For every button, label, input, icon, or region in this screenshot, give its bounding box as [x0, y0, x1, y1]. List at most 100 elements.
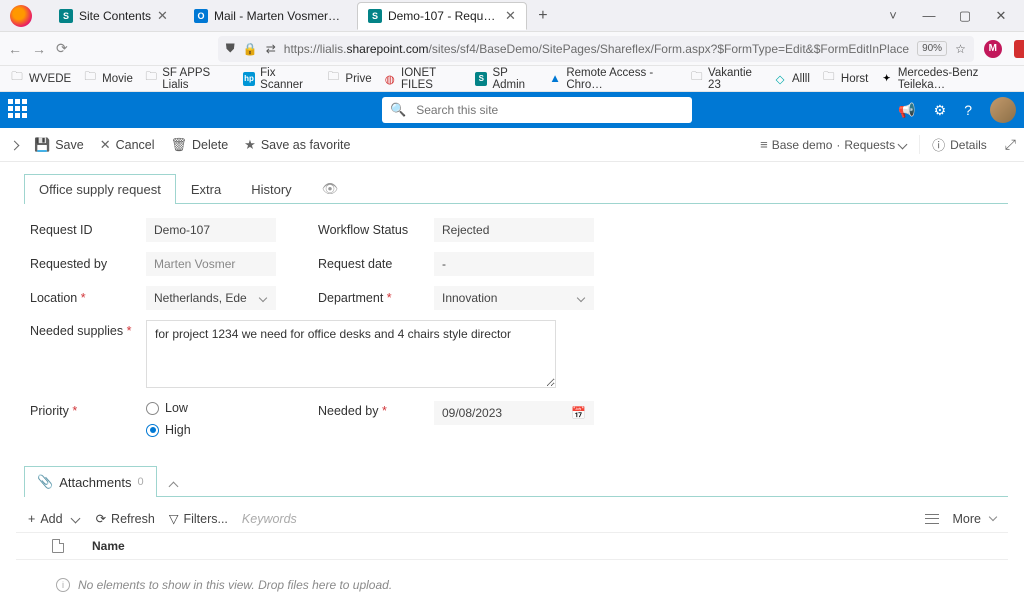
window-maximize-icon[interactable]: ▢ [958, 8, 972, 24]
sharepoint-icon: S [475, 72, 487, 86]
ublock-icon[interactable] [1014, 40, 1024, 58]
tab-history[interactable]: History [236, 174, 306, 204]
browser-tab-3[interactable]: S Demo-107 - Requests - Base de ✕ [357, 2, 527, 30]
refresh-button[interactable]: ⟳Refresh [96, 511, 155, 526]
tab-office-supply[interactable]: Office supply request [24, 174, 176, 204]
refresh-icon: ⟳ [96, 511, 106, 526]
browser-tab-strip: S Site Contents ✕ O Mail - Marten Vosmer… [0, 0, 1024, 32]
zoom-badge[interactable]: 90% [917, 41, 947, 56]
bookmark-star-icon[interactable]: ☆ [955, 42, 966, 56]
help-icon[interactable]: ? [964, 102, 972, 118]
keywords-placeholder[interactable]: Keywords [242, 512, 297, 526]
save-button[interactable]: 💾Save [26, 137, 92, 153]
bookmark-link[interactable]: ▲Remote Access - Chro… [549, 67, 679, 91]
field-location-select[interactable]: Netherlands, Ede [146, 286, 276, 310]
folder-icon: 🗀 [822, 72, 836, 86]
bookmark-folder[interactable]: 🗀Movie [83, 72, 133, 86]
info-icon: ⓘ [932, 135, 945, 154]
address-bar-row: ← → ⟳ ⛊ 🔒 ⇄ https://lialis.sharepoint.co… [0, 32, 1024, 66]
tab-title: Demo-107 - Requests - Base de [388, 9, 499, 23]
label-department: Department [318, 291, 428, 305]
bookmarks-toolbar: 🗀WVEDE 🗀Movie 🗀SF APPS Lialis hpFix Scan… [0, 66, 1024, 92]
more-button[interactable]: More [953, 512, 996, 526]
field-needed-supplies[interactable] [146, 320, 556, 388]
generic-icon: ◇ [773, 72, 787, 86]
attachments-count: 0 [137, 476, 143, 488]
label-requested-by: Requested by [30, 257, 140, 271]
browser-tab-2[interactable]: O Mail - Marten Vosmer - Outlook [183, 2, 353, 30]
window-close-icon[interactable]: ✕ [994, 8, 1008, 24]
document-type-icon [52, 539, 64, 553]
label-request-date: Request date [318, 257, 428, 271]
tab-close-icon[interactable]: ✕ [157, 8, 168, 24]
tab-collapse[interactable] [157, 472, 193, 497]
paperclip-icon: 📎 [37, 474, 53, 490]
view-options-icon[interactable] [925, 514, 939, 524]
bookmark-link[interactable]: SSP Admin [475, 67, 537, 91]
forward-button-icon[interactable]: → [32, 41, 46, 57]
priority-low[interactable]: Low [146, 401, 276, 415]
profile-m-icon[interactable]: M [984, 40, 1002, 58]
back-button-icon[interactable]: ← [8, 41, 22, 57]
tracking-shield-icon[interactable]: ⛊ [226, 41, 235, 56]
field-department-select[interactable]: Innovation [434, 286, 594, 310]
priority-high[interactable]: High [146, 423, 276, 437]
field-request-date: - [434, 252, 594, 276]
suite-search[interactable]: 🔍 [382, 97, 692, 123]
label-needed-supplies: Needed supplies [30, 320, 140, 338]
reload-button-icon[interactable]: ⟳ [56, 40, 68, 57]
ionet-icon: ◍ [384, 72, 396, 86]
search-input[interactable] [416, 103, 684, 117]
cancel-button[interactable]: ✕Cancel [92, 137, 163, 153]
radio-icon [146, 402, 159, 415]
tab-title: Site Contents [79, 9, 151, 23]
chevron-down-icon [576, 293, 586, 303]
list-icon: ≡ [760, 137, 768, 152]
field-needed-by-date[interactable]: 09/08/2023📅 [434, 401, 594, 425]
delete-button[interactable]: 🗑Delete [163, 137, 237, 153]
chevron-down-icon [899, 140, 909, 150]
tab-title: Mail - Marten Vosmer - Outlook [214, 9, 342, 23]
sharepoint-favicon-icon: S [59, 9, 73, 23]
filters-button[interactable]: ▽Filters... [169, 511, 228, 526]
tab-close-icon[interactable]: ✕ [505, 8, 516, 24]
field-request-id: Demo-107 [146, 218, 276, 242]
bookmark-folder[interactable]: 🗀Prive [326, 72, 371, 86]
app-launcher-icon[interactable] [8, 99, 30, 121]
attachments-empty-state[interactable]: i No elements to show in this view. Drop… [16, 560, 1008, 610]
details-button[interactable]: ⓘ Details [919, 135, 995, 154]
add-button[interactable]: +Add [28, 512, 82, 526]
megaphone-icon[interactable]: 📢 [898, 102, 915, 119]
suite-bar: 🔍 📢 ⚙ ? [0, 92, 1024, 128]
bookmark-folder[interactable]: 🗀WVEDE [10, 72, 71, 86]
bookmark-folder[interactable]: 🗀Horst [822, 72, 868, 86]
tab-hidden[interactable]: 👁 [307, 173, 354, 204]
settings-gear-icon[interactable]: ⚙ [934, 102, 947, 119]
radio-checked-icon [146, 424, 159, 437]
save-favorite-button[interactable]: ★Save as favorite [236, 137, 358, 153]
window-minimize-icon[interactable]: — [922, 8, 936, 24]
lock-icon[interactable]: 🔒 [243, 42, 258, 56]
bookmark-link[interactable]: ✦Mercedes-Benz Teileka… [880, 67, 1014, 91]
eye-off-icon: 👁 [322, 181, 339, 196]
chevron-down-icon [258, 293, 268, 303]
breadcrumb[interactable]: ≡ Base demo· Requests [760, 137, 909, 152]
new-tab-button[interactable]: + [531, 7, 555, 25]
bookmark-link[interactable]: hpFix Scanner [243, 67, 315, 91]
address-field[interactable]: ⛊ 🔒 ⇄ https://lialis.sharepoint.com/site… [218, 36, 974, 62]
browser-tab-1[interactable]: S Site Contents ✕ [48, 2, 179, 30]
bookmark-link[interactable]: ◇Allll [773, 72, 810, 86]
folder-icon: 🗀 [83, 72, 97, 86]
bookmark-link[interactable]: ◍IONET FILES [384, 67, 463, 91]
avatar[interactable] [990, 97, 1016, 123]
bookmark-folder[interactable]: 🗀SF APPS Lialis [145, 67, 231, 91]
attachments-grid-header: Name [16, 532, 1008, 560]
expand-icon[interactable]: ⤢ [1005, 136, 1016, 153]
column-name[interactable]: Name [92, 539, 125, 553]
tab-attachments[interactable]: 📎 Attachments 0 [24, 466, 157, 497]
bookmark-folder[interactable]: 🗀Vakantie 23 [691, 67, 761, 91]
window-dropdown-icon[interactable]: ˅ [886, 8, 900, 24]
attachments-tabs: 📎 Attachments 0 [24, 465, 1008, 497]
tab-extra[interactable]: Extra [176, 174, 236, 204]
chevron-collapse-icon[interactable] [8, 140, 18, 150]
